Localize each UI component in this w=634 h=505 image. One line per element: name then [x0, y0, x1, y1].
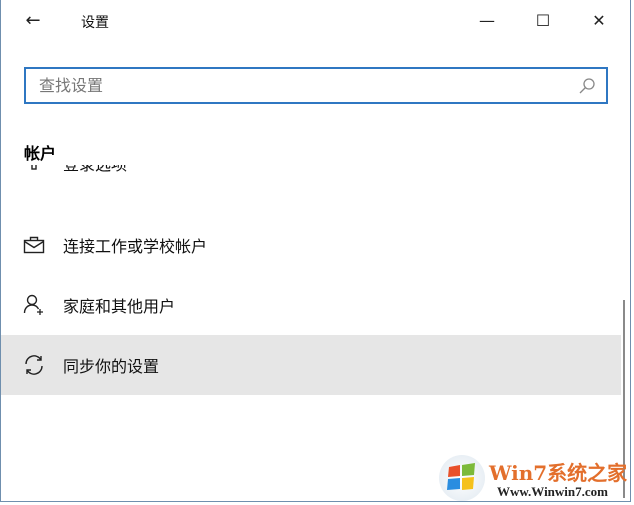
section-heading: 帐户 [24, 144, 57, 163]
maximize-button[interactable]: ☐ [529, 8, 557, 34]
search-input[interactable] [26, 69, 546, 102]
minimize-button[interactable]: — [473, 8, 501, 34]
settings-window: ← 设置 — ☐ ✕ 帐户 登录选项 连接工作或学校帐户 家庭和其他用户 同步你… [0, 0, 631, 502]
window-title: 设置 [81, 15, 109, 31]
briefcase-icon [23, 234, 45, 256]
item-label: 连接工作或学校帐户 [63, 237, 208, 256]
list-item-work-school[interactable]: 连接工作或学校帐户 [1, 215, 621, 275]
key-icon [23, 165, 45, 174]
watermark-url: Www.Winwin7.com [497, 484, 608, 499]
sync-icon [23, 354, 45, 376]
settings-list: 登录选项 连接工作或学校帐户 家庭和其他用户 同步你的设置 [1, 165, 621, 500]
item-label: 家庭和其他用户 [63, 297, 176, 316]
list-item-sign-in-options[interactable]: 登录选项 [1, 165, 621, 193]
back-button[interactable]: ← [21, 10, 45, 32]
list-item-family-users[interactable]: 家庭和其他用户 [1, 275, 621, 335]
list-item-sync-settings[interactable]: 同步你的设置 [1, 335, 621, 395]
watermark: Win7系统之家 Www.Winwin7.com [437, 455, 633, 503]
search-icon[interactable] [578, 77, 596, 95]
search-box[interactable] [24, 67, 608, 104]
windows-logo-icon [439, 455, 485, 501]
watermark-title: Win7系统之家 [489, 461, 628, 485]
add-person-icon [23, 294, 45, 316]
item-label: 登录选项 [63, 165, 127, 175]
title-bar: ← 设置 — ☐ ✕ [1, 0, 630, 42]
item-label: 同步你的设置 [63, 357, 160, 376]
close-button[interactable]: ✕ [585, 8, 613, 34]
